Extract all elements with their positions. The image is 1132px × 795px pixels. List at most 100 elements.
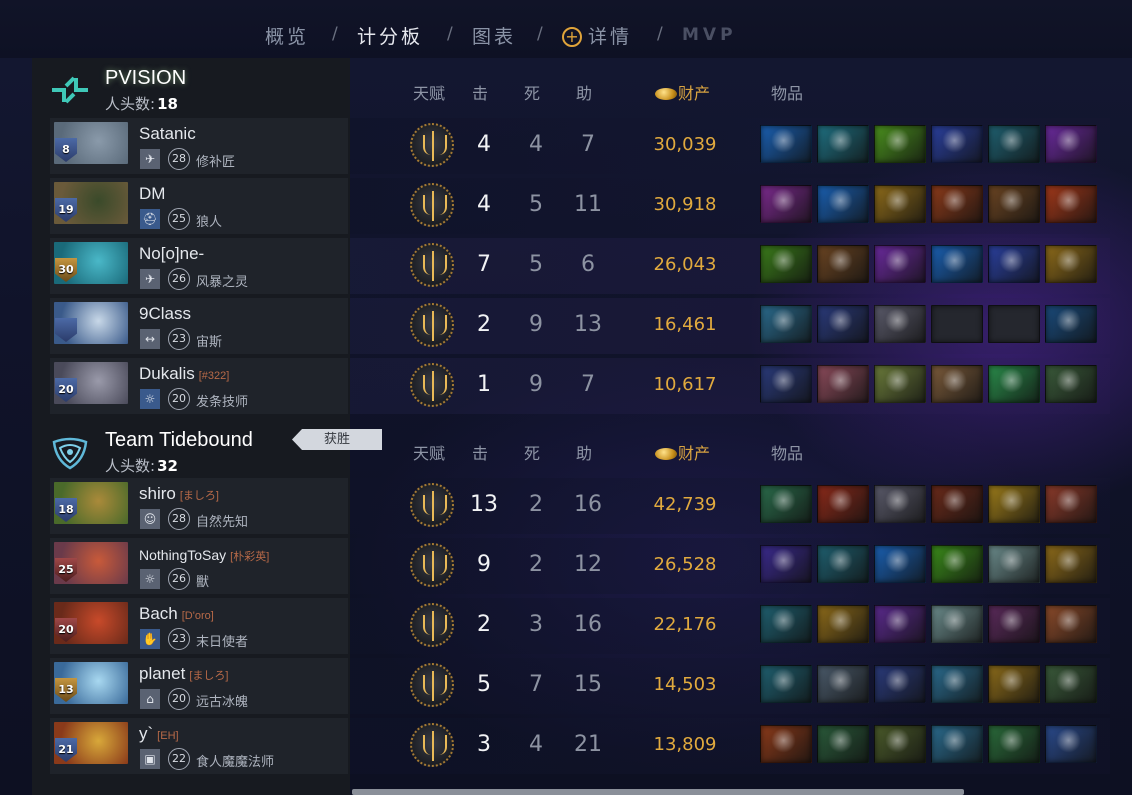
item-icon[interactable]: [760, 605, 812, 643]
item-icon[interactable]: [931, 545, 983, 583]
item-icon[interactable]: [874, 725, 926, 763]
tab-charts[interactable]: 图表: [472, 22, 516, 49]
hero-name: 远古冰魄: [196, 695, 249, 710]
item-icon[interactable]: [988, 125, 1040, 163]
item-icon[interactable]: [874, 485, 926, 523]
item-icon[interactable]: [760, 545, 812, 583]
talent-tree-icon[interactable]: [410, 363, 454, 407]
assists-value: 7: [581, 372, 595, 397]
item-icon[interactable]: [874, 125, 926, 163]
item-icon[interactable]: [874, 665, 926, 703]
item-icon[interactable]: [1045, 545, 1097, 583]
item-icon[interactable]: [817, 185, 869, 223]
item-icon[interactable]: [1045, 365, 1097, 403]
deaths-value: 3: [529, 612, 543, 637]
item-icon[interactable]: [874, 365, 926, 403]
item-icon[interactable]: [988, 365, 1040, 403]
item-icon[interactable]: [817, 665, 869, 703]
item-icon[interactable]: [817, 545, 869, 583]
stats-row: 1 9 7 10,617: [350, 358, 1110, 414]
tab-overview[interactable]: 概览: [265, 22, 309, 49]
item-icon[interactable]: [1045, 245, 1097, 283]
item-icon[interactable]: [988, 665, 1040, 703]
empty-item-slot[interactable]: [931, 305, 983, 343]
player-row[interactable]: 21 y` [EH] ▣ 22 食人魔魔法师: [50, 718, 348, 774]
item-icon[interactable]: [760, 125, 812, 163]
player-row[interactable]: 8 Satanic ✈ 28 修补匠: [50, 118, 348, 174]
item-icon[interactable]: [874, 605, 926, 643]
item-icon[interactable]: [988, 245, 1040, 283]
item-icon[interactable]: [931, 665, 983, 703]
empty-item-slot[interactable]: [988, 305, 1040, 343]
talent-tree-icon[interactable]: [410, 723, 454, 767]
player-row[interactable]: 20 Bach [D'oro] ✋ 23 末日使者: [50, 598, 348, 654]
item-icon[interactable]: [760, 665, 812, 703]
column-header-items: 物品: [771, 84, 804, 103]
talent-tree-icon[interactable]: [410, 303, 454, 347]
gold-coin-icon: [655, 88, 677, 100]
item-icon[interactable]: [931, 125, 983, 163]
tab-details[interactable]: + 详情: [562, 22, 632, 49]
tab-mvp[interactable]: MVP: [682, 25, 737, 45]
item-icon[interactable]: [1045, 605, 1097, 643]
player-row[interactable]: 13 planet [ましろ] ⌂ 20 远古冰魄: [50, 658, 348, 714]
item-icon[interactable]: [817, 485, 869, 523]
item-icon[interactable]: [874, 305, 926, 343]
item-icon[interactable]: [988, 605, 1040, 643]
player-row[interactable]: 25 NothingToSay [朴彩英] ☼ 26 獸: [50, 538, 348, 594]
talent-tree-icon[interactable]: [410, 183, 454, 227]
item-icon[interactable]: [931, 365, 983, 403]
item-icon[interactable]: [988, 485, 1040, 523]
item-icon[interactable]: [760, 485, 812, 523]
horizontal-scrollbar[interactable]: [352, 789, 964, 795]
item-icon[interactable]: [1045, 185, 1097, 223]
item-icon[interactable]: [988, 185, 1040, 223]
item-icon[interactable]: [817, 605, 869, 643]
item-icon[interactable]: [931, 185, 983, 223]
talent-tree-icon[interactable]: [410, 603, 454, 647]
item-icon[interactable]: [1045, 665, 1097, 703]
item-icon[interactable]: [817, 125, 869, 163]
talent-tree-icon[interactable]: [410, 483, 454, 527]
item-inventory: [760, 545, 1097, 583]
item-icon[interactable]: [1045, 485, 1097, 523]
player-row[interactable]: 19 DM ⛑ 25 狼人: [50, 178, 348, 234]
item-icon[interactable]: [874, 185, 926, 223]
item-icon[interactable]: [1045, 725, 1097, 763]
item-icon[interactable]: [1045, 125, 1097, 163]
talent-tree-icon[interactable]: [410, 243, 454, 287]
assists-value: 12: [574, 552, 602, 577]
hero-name: 修补匠: [196, 155, 236, 170]
talent-tree-icon[interactable]: [410, 663, 454, 707]
tidebound-logo-icon: [52, 437, 88, 470]
item-icon[interactable]: [931, 245, 983, 283]
item-icon[interactable]: [1045, 305, 1097, 343]
networth-value: 14,503: [653, 674, 717, 695]
player-row[interactable]: 18 shiro [ましろ] ☺ 28 自然先知: [50, 478, 348, 534]
item-icon[interactable]: [760, 245, 812, 283]
player-row[interactable]: 20 Dukalis [#322] ☼ 20 发条技师: [50, 358, 348, 414]
item-inventory: [760, 365, 1097, 403]
player-row[interactable]: 9Class ↔ 23 宙斯: [50, 298, 348, 354]
item-icon[interactable]: [988, 545, 1040, 583]
team-header-dire: Team Tidebound 人头数: 32 获胜: [32, 420, 382, 480]
item-icon[interactable]: [817, 245, 869, 283]
item-icon[interactable]: [988, 725, 1040, 763]
item-icon[interactable]: [817, 305, 869, 343]
item-icon[interactable]: [760, 305, 812, 343]
item-icon[interactable]: [760, 725, 812, 763]
item-icon[interactable]: [874, 245, 926, 283]
item-icon[interactable]: [931, 725, 983, 763]
item-icon[interactable]: [874, 545, 926, 583]
player-row[interactable]: 30 No[o]ne- ✈ 26 风暴之灵: [50, 238, 348, 294]
item-icon[interactable]: [931, 605, 983, 643]
talent-tree-icon[interactable]: [410, 543, 454, 587]
item-icon[interactable]: [817, 725, 869, 763]
tab-scoreboard[interactable]: 计分板: [357, 22, 423, 49]
item-icon[interactable]: [931, 485, 983, 523]
hero-level: 26: [168, 568, 190, 590]
item-icon[interactable]: [760, 365, 812, 403]
item-icon[interactable]: [817, 365, 869, 403]
item-icon[interactable]: [760, 185, 812, 223]
talent-tree-icon[interactable]: [410, 123, 454, 167]
